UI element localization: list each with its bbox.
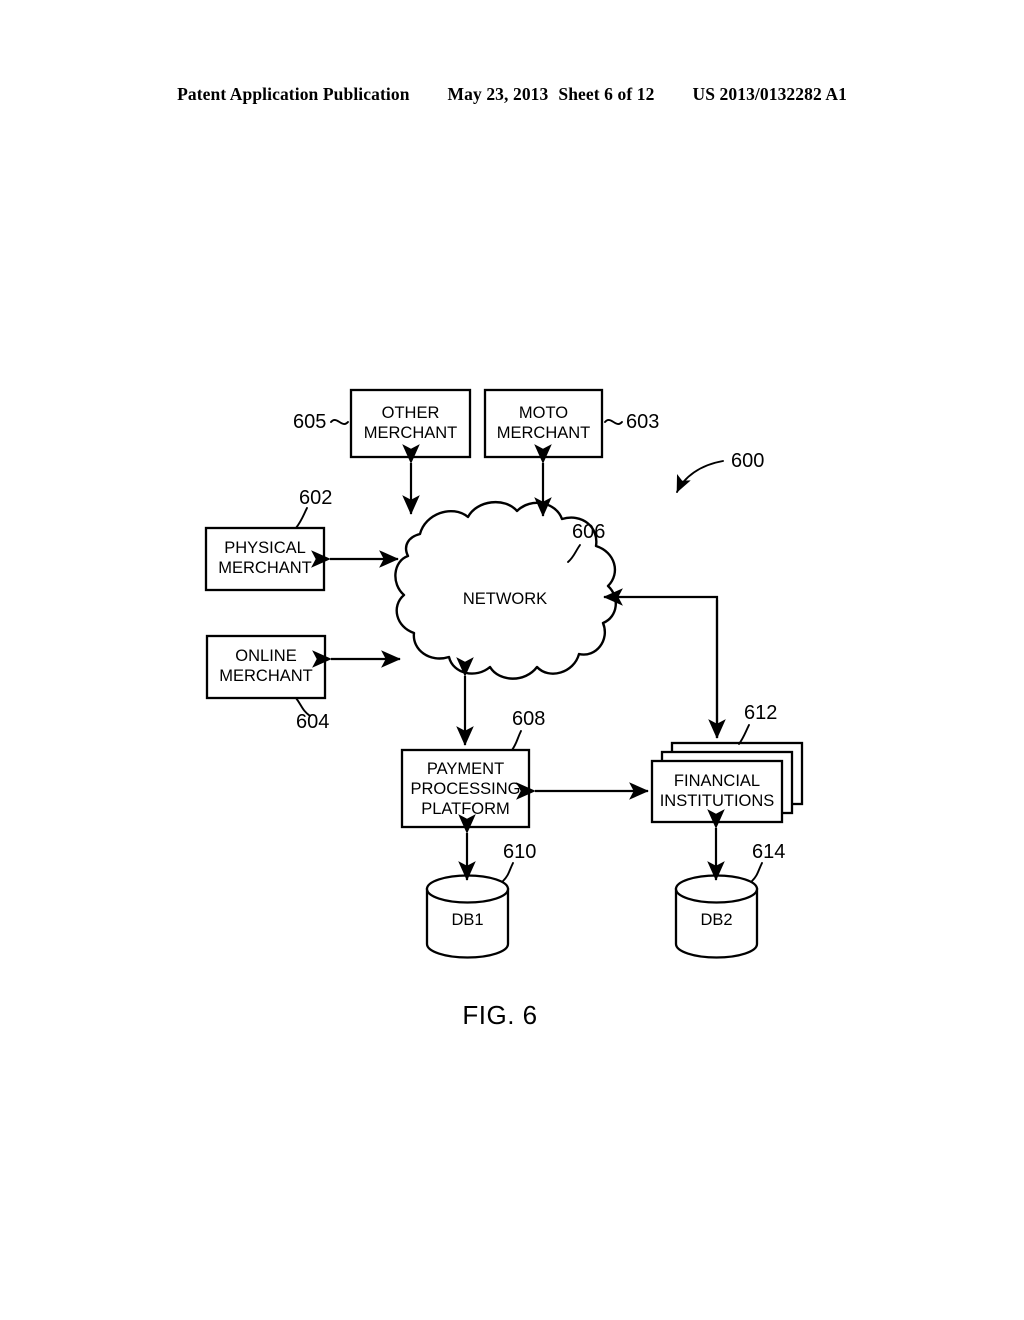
leader-603 (604, 419, 623, 425)
node-db1-cylinder (425, 874, 510, 959)
ref-600: 600 (731, 450, 765, 472)
leader-600 (676, 460, 724, 493)
node-online-merchant-box (205, 634, 327, 700)
arrow-financial-institutions-network (603, 588, 726, 739)
ref-608: 608 (512, 708, 546, 730)
ref-612: 612 (744, 702, 778, 724)
leader-612 (738, 724, 750, 745)
node-payment-processing-platform-box (400, 748, 531, 829)
diagram-svg (204, 388, 804, 959)
node-financial-institutions-box-front (650, 759, 784, 824)
figure-caption: FIG. 6 (462, 1000, 538, 1030)
ref-610: 610 (503, 841, 537, 863)
ref-604: 604 (296, 711, 330, 733)
node-db2-cylinder (674, 874, 759, 959)
ref-605: 605 (293, 411, 327, 433)
leader-610 (502, 862, 514, 882)
ref-602: 602 (299, 487, 333, 509)
node-physical-merchant-box (204, 526, 326, 592)
node-other-merchant-box (349, 388, 472, 459)
ref-603: 603 (626, 411, 660, 433)
node-moto-merchant-box (483, 388, 604, 459)
leader-608 (511, 730, 522, 751)
figure-6-diagram: OTHER MERCHANT MOTO MERCHANT PHYSICAL ME… (0, 0, 1024, 1320)
leader-614 (751, 862, 763, 882)
ref-614: 614 (752, 841, 786, 863)
leader-605 (330, 419, 349, 425)
leader-602 (295, 507, 308, 529)
ref-606: 606 (572, 521, 606, 543)
